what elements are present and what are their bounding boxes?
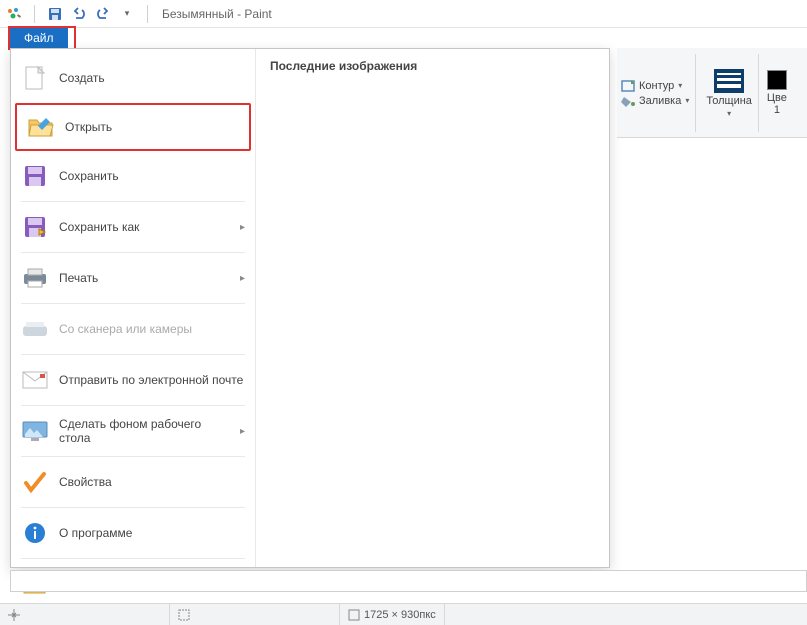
menu-separator: [21, 354, 245, 355]
save-as-icon: [21, 213, 49, 241]
envelope-icon: [21, 366, 49, 394]
menu-item-send-email[interactable]: Отправить по электронной почте: [11, 357, 255, 403]
chevron-down-icon: ▾: [685, 96, 689, 105]
save-disk-icon: [21, 162, 49, 190]
menu-separator: [21, 558, 245, 559]
menu-item-save[interactable]: Сохранить: [11, 153, 255, 199]
dimensions-text: 1725 × 930пкс: [364, 609, 436, 621]
file-menu-dropdown: Создать Открыть Сохранить Сохранить как …: [10, 48, 610, 568]
color-swatch-icon: [767, 70, 787, 90]
qat-customize-icon[interactable]: ▾: [117, 4, 137, 24]
printer-icon: [21, 264, 49, 292]
outline-icon: [621, 80, 635, 92]
desktop-wallpaper-icon: [21, 417, 49, 445]
menu-label: Со сканера или камеры: [59, 322, 245, 336]
undo-icon[interactable]: [69, 4, 89, 24]
outline-label: Контур: [639, 80, 674, 92]
menu-item-create[interactable]: Создать: [11, 55, 255, 101]
titlebar: ▾ Безымянный - Paint: [0, 0, 807, 28]
menu-separator: [21, 405, 245, 406]
save-icon[interactable]: [45, 4, 65, 24]
menu-separator: [21, 507, 245, 508]
menu-separator: [21, 456, 245, 457]
thickness-icon: [714, 69, 744, 93]
chevron-right-icon: ▸: [240, 222, 245, 233]
menu-label: Свойства: [59, 475, 245, 489]
chevron-right-icon: ▸: [240, 273, 245, 284]
color1-label: Цве 1: [767, 92, 787, 116]
fill-label: Заливка: [639, 95, 681, 107]
ribbon-right-fragment: Контур ▾ Заливка ▾ Толщина ▾ Цве 1: [617, 48, 807, 138]
selection-size-icon: [178, 609, 190, 621]
folder-open-icon: [27, 113, 55, 141]
checkmark-icon: [21, 468, 49, 496]
menu-separator: [21, 201, 245, 202]
scanner-icon: [21, 315, 49, 343]
paint-app-icon[interactable]: [4, 4, 24, 24]
file-menu-items: Создать Открыть Сохранить Сохранить как …: [11, 49, 256, 567]
recent-images-title: Последние изображения: [270, 59, 595, 73]
menu-label: О программе: [59, 526, 245, 540]
menu-label: Открыть: [65, 120, 239, 134]
canvas-size-icon: [348, 609, 360, 621]
menu-separator: [21, 303, 245, 304]
canvas-scroll-area[interactable]: [10, 570, 807, 592]
color1-button[interactable]: Цве 1: [763, 54, 791, 132]
fill-dropdown[interactable]: Заливка ▾: [621, 95, 689, 107]
window-title: Безымянный - Paint: [162, 7, 272, 21]
menu-item-properties[interactable]: Свойства: [11, 459, 255, 505]
cursor-position-icon: [8, 609, 20, 621]
chevron-down-icon: ▾: [678, 81, 682, 90]
menu-label: Отправить по электронной почте: [59, 373, 245, 387]
menu-item-scanner: Со сканера или камеры: [11, 306, 255, 352]
menu-item-open[interactable]: Открыть: [15, 103, 251, 151]
thickness-dropdown[interactable]: Толщина ▾: [700, 54, 759, 132]
menu-label: Сделать фоном рабочего стола: [59, 417, 230, 445]
fill-bucket-icon: [621, 95, 635, 107]
menu-item-wallpaper[interactable]: Сделать фоном рабочего стола ▸: [11, 408, 255, 454]
chevron-down-icon: ▾: [727, 109, 731, 118]
status-selection: [170, 604, 340, 625]
redo-icon[interactable]: [93, 4, 113, 24]
status-cursor-pos: [0, 604, 170, 625]
menu-item-save-as[interactable]: Сохранить как ▸: [11, 204, 255, 250]
status-dimensions: 1725 × 930пкс: [340, 604, 445, 625]
thickness-label: Толщина: [706, 95, 752, 107]
menu-label: Сохранить как: [59, 220, 230, 234]
menu-label: Печать: [59, 271, 230, 285]
recent-images-panel: Последние изображения: [256, 49, 609, 567]
chevron-right-icon: ▸: [240, 426, 245, 437]
menu-separator: [21, 252, 245, 253]
file-tab[interactable]: Файл: [10, 28, 68, 49]
menu-label: Создать: [59, 71, 245, 85]
info-icon: [21, 519, 49, 547]
menu-item-about[interactable]: О программе: [11, 510, 255, 556]
menu-label: Сохранить: [59, 169, 245, 183]
outline-dropdown[interactable]: Контур ▾: [621, 80, 689, 92]
statusbar: 1725 × 930пкс: [0, 603, 807, 625]
quick-access-toolbar: ▾: [4, 4, 154, 24]
menu-item-print[interactable]: Печать ▸: [11, 255, 255, 301]
new-document-icon: [21, 64, 49, 92]
